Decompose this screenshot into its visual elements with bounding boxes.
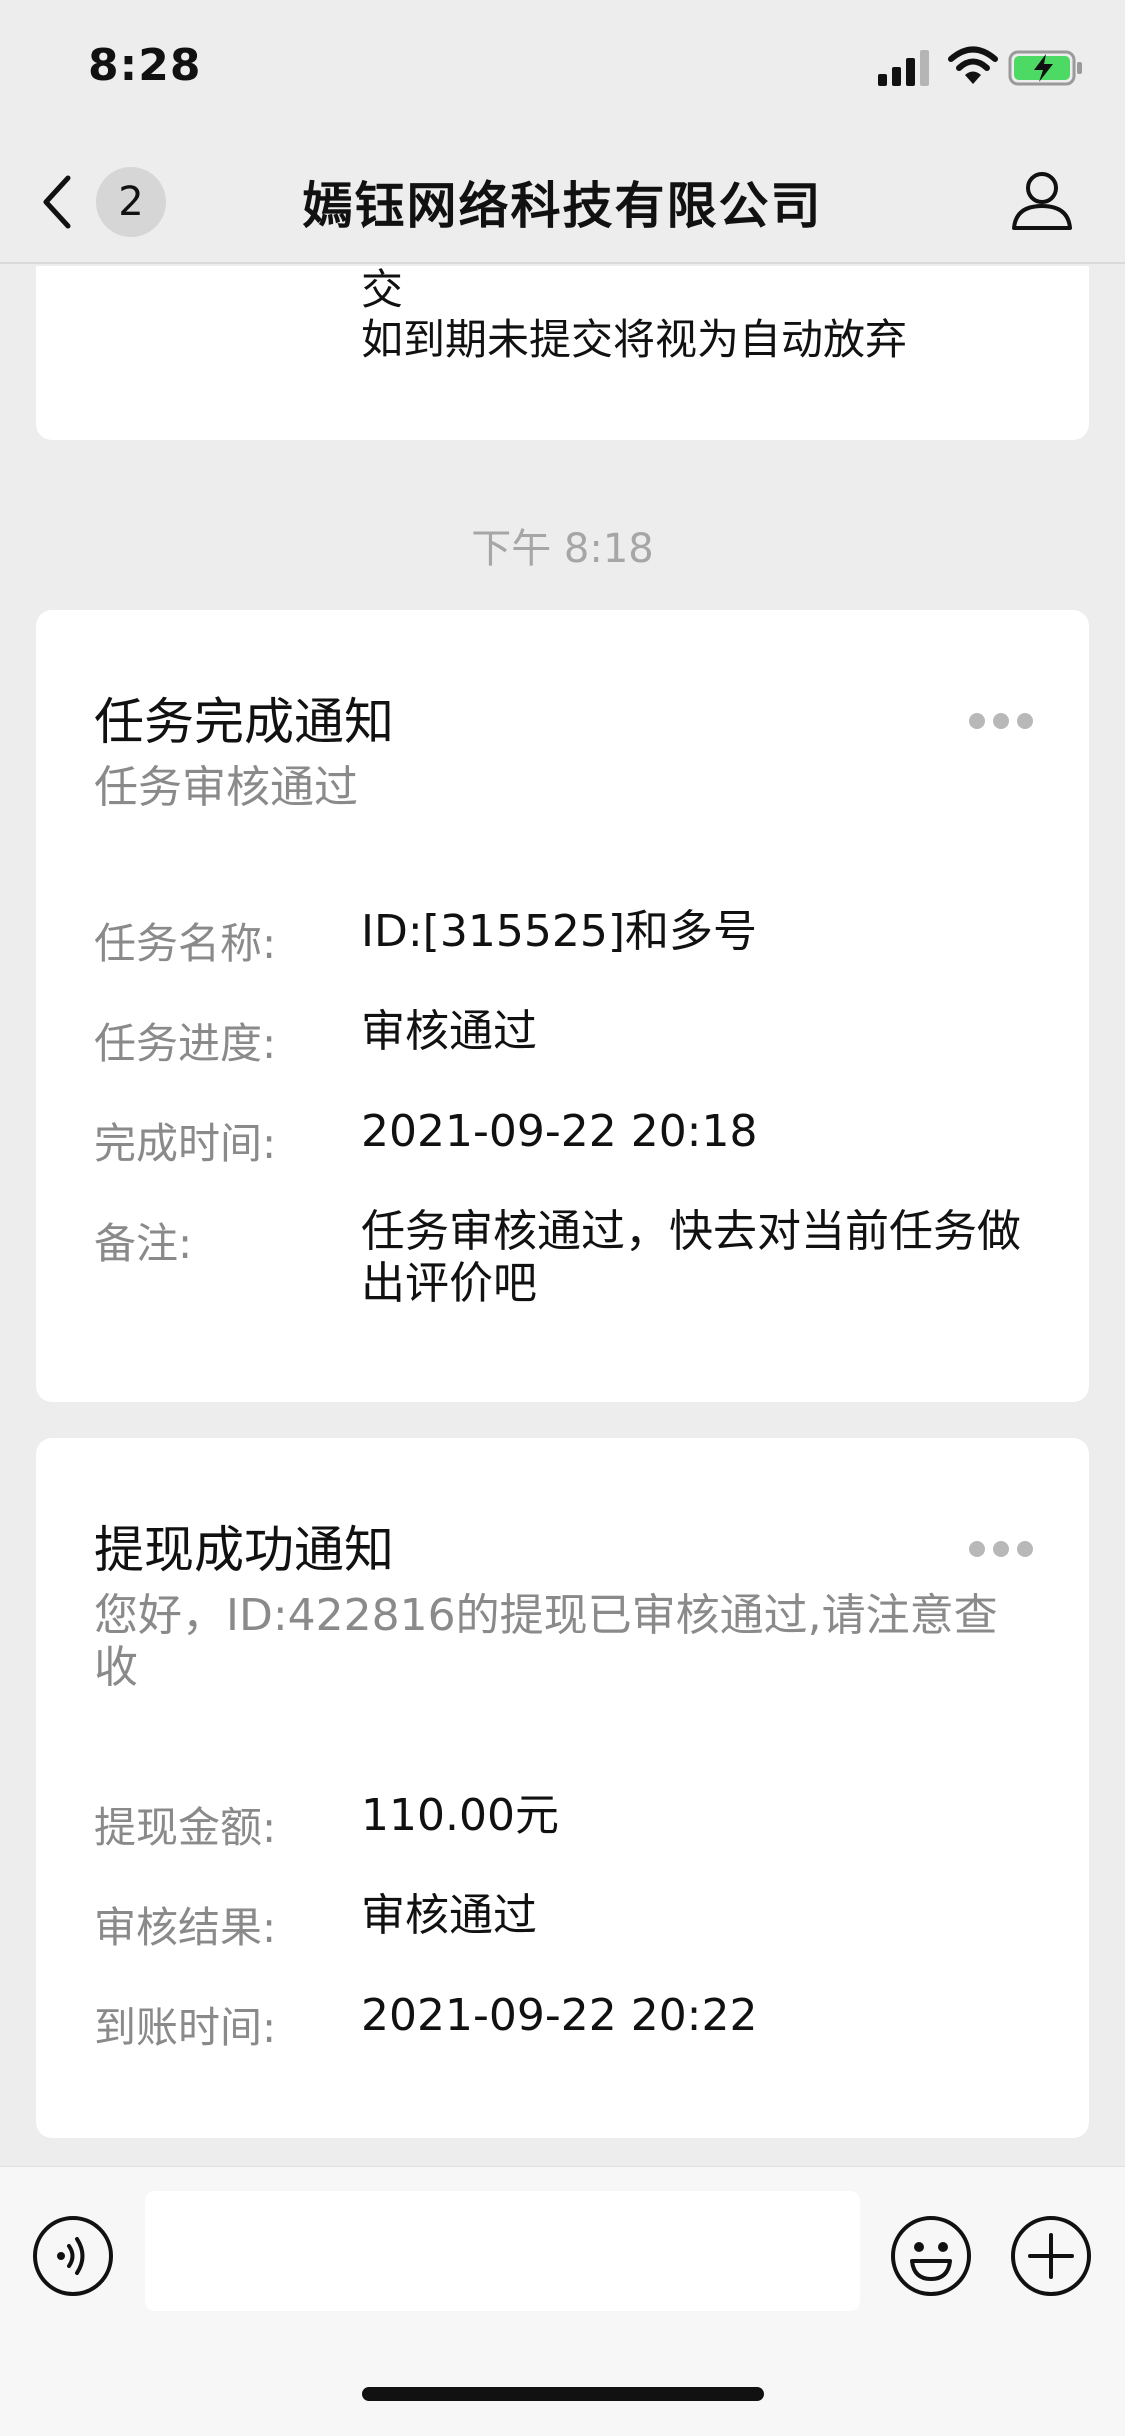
- card-title: 提现成功通知: [94, 1521, 394, 1579]
- card-title: 任务完成通知: [94, 693, 394, 751]
- field-label: 任务进度:: [94, 1019, 277, 1068]
- battery-icon: [1008, 50, 1082, 86]
- field-value: 110.00元: [361, 1790, 559, 1841]
- withdraw-notification-card[interactable]: 提现成功通知 您好，ID:422816的提现已审核通过,请注意查收 提现金额: …: [36, 1438, 1089, 2138]
- previous-message-line: 如到期未提交将视为自动放弃: [361, 315, 908, 364]
- field-value: ID:[315525]和多号: [361, 906, 757, 957]
- message-timestamp: 下午 8:18: [471, 526, 654, 572]
- field-label: 任务名称:: [94, 919, 277, 968]
- dot-icon: [969, 713, 985, 729]
- signal-icon: [878, 50, 929, 86]
- field-value: 审核通过: [361, 1006, 537, 1057]
- dot-icon: [969, 1541, 985, 1557]
- page-title: 嫣钰网络科技有限公司: [302, 177, 823, 235]
- field-value: 审核通过: [361, 1890, 537, 1941]
- task-notification-card[interactable]: 任务完成通知 任务审核通过 任务名称: ID:[315525]和多号 任务进度:…: [36, 610, 1089, 1402]
- unread-badge: 2: [96, 167, 166, 237]
- field-label: 完成时间:: [94, 1119, 277, 1168]
- dot-icon: [1017, 713, 1033, 729]
- back-button[interactable]: 2: [36, 162, 176, 242]
- card-subtitle: 您好，ID:422816的提现已审核通过,请注意查收: [94, 1590, 998, 1693]
- field-label: 审核结果:: [94, 1903, 277, 1952]
- chat-screen: 8:28 2 嫣钰网络科技有限公司 交 如到期未提交将视为自动放弃 下午 8:1…: [0, 0, 1125, 2436]
- voice-icon[interactable]: [32, 2215, 114, 2297]
- status-bar: 8:28: [0, 0, 1125, 140]
- chat-area[interactable]: 交 如到期未提交将视为自动放弃 下午 8:18 任务完成通知 任务审核通过 任务…: [0, 266, 1125, 2166]
- status-time: 8:28: [88, 40, 202, 91]
- field-value: 2021-09-22 20:22: [361, 1990, 758, 2041]
- dot-icon: [1017, 1541, 1033, 1557]
- plus-icon[interactable]: [1010, 2215, 1092, 2297]
- field-value: 2021-09-22 20:18: [361, 1106, 758, 1157]
- field-label: 备注:: [94, 1219, 193, 1268]
- field-label: 到账时间:: [94, 2003, 277, 2052]
- previous-message-card: 交 如到期未提交将视为自动放弃: [36, 266, 1089, 440]
- card-subtitle: 任务审核通过: [94, 762, 358, 813]
- emoji-icon[interactable]: [890, 2215, 972, 2297]
- dot-icon: [993, 1541, 1009, 1557]
- wifi-icon: [948, 46, 998, 84]
- more-options-button[interactable]: [969, 1534, 1033, 1564]
- dot-icon: [993, 713, 1009, 729]
- field-label: 提现金额:: [94, 1803, 277, 1852]
- message-input[interactable]: [145, 2191, 860, 2311]
- chevron-left-icon: [43, 175, 71, 229]
- field-value: 任务审核通过，快去对当前任务做出评价吧: [361, 1206, 1021, 1309]
- home-indicator: [362, 2387, 764, 2401]
- profile-icon[interactable]: [1010, 168, 1074, 232]
- nav-bar: 2 嫣钰网络科技有限公司: [0, 140, 1125, 264]
- input-bar: [0, 2166, 1125, 2436]
- more-options-button[interactable]: [969, 706, 1033, 736]
